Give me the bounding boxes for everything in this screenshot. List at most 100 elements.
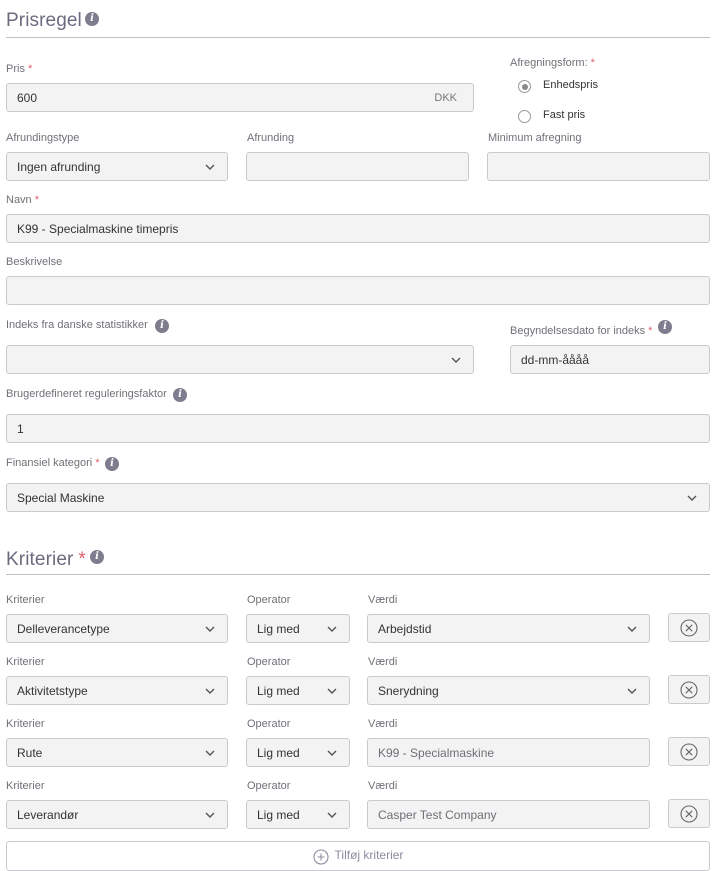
- vaerdi-select[interactable]: Arbejdstid: [367, 614, 650, 643]
- info-icon[interactable]: i: [173, 388, 187, 402]
- kriterie-value: Aktivitetstype: [17, 683, 88, 698]
- kriterie-value: Leverandør: [17, 807, 79, 822]
- pris-unit: DKK: [434, 91, 457, 104]
- kriterie-value: Rute: [17, 745, 43, 760]
- section-divider: [6, 37, 710, 38]
- operator-value: Lig med: [257, 807, 300, 822]
- reguleringsfaktor-value: 1: [17, 421, 24, 436]
- chevron-down-icon: [685, 491, 699, 505]
- reguleringsfaktor-label: Brugerdefineret reguleringsfaktor: [6, 388, 167, 400]
- vaerdi-label: Værdi: [368, 780, 398, 792]
- radio-enhedspris[interactable]: [518, 80, 531, 93]
- vaerdi-label: Værdi: [368, 656, 398, 668]
- vaerdi-value: Arbejdstid: [378, 621, 432, 636]
- chevron-down-icon: [203, 808, 217, 822]
- kriterie-select[interactable]: Delleverancetype: [6, 614, 228, 643]
- begyndelsesdato-value: dd-mm-åååå: [521, 352, 590, 367]
- operator-select[interactable]: Lig med: [246, 738, 350, 767]
- kriterie-label: Kriterier: [6, 594, 45, 606]
- chevron-down-icon: [625, 684, 639, 698]
- operator-label: Operator: [247, 594, 291, 606]
- chevron-down-icon: [203, 160, 217, 174]
- info-icon[interactable]: i: [85, 12, 99, 26]
- add-kriterier-button[interactable]: Tilføj kriterier: [6, 841, 710, 871]
- remove-kriterie-button[interactable]: [668, 613, 710, 642]
- operator-label: Operator: [247, 718, 291, 730]
- radio-fast-pris[interactable]: [518, 110, 531, 123]
- chevron-down-icon: [325, 622, 339, 636]
- afrundingstype-value: Ingen afrunding: [17, 159, 101, 174]
- vaerdi-label: Værdi: [368, 594, 398, 606]
- finansiel-kategori-label: Finansiel kategori *: [6, 457, 100, 469]
- pris-field[interactable]: 600 DKK: [6, 83, 474, 112]
- close-circle-icon: [680, 804, 698, 823]
- vaerdi-input[interactable]: K99 - Specialmaskine: [367, 738, 650, 767]
- info-icon[interactable]: i: [105, 457, 119, 471]
- indeks-label: Indeks fra danske statistikker: [6, 319, 148, 331]
- operator-label: Operator: [247, 780, 291, 792]
- vaerdi-select[interactable]: Snerydning: [367, 676, 650, 705]
- vaerdi-value: Snerydning: [378, 683, 439, 698]
- kriterie-select[interactable]: Leverandør: [6, 800, 228, 829]
- chevron-down-icon: [203, 684, 217, 698]
- afrundingstype-label: Afrundingstype: [6, 132, 80, 144]
- beskrivelse-input[interactable]: [6, 276, 710, 305]
- kriterie-select[interactable]: Rute: [6, 738, 228, 767]
- info-icon[interactable]: i: [658, 320, 672, 334]
- info-icon[interactable]: i: [155, 319, 169, 333]
- vaerdi-label: Værdi: [368, 718, 398, 730]
- chevron-down-icon: [325, 746, 339, 760]
- section-divider: [6, 574, 710, 575]
- afrunding-input[interactable]: [246, 152, 469, 181]
- chevron-down-icon: [325, 808, 339, 822]
- afrunding-label: Afrunding: [247, 132, 295, 144]
- operator-value: Lig med: [257, 621, 300, 636]
- begyndelsesdato-input[interactable]: dd-mm-åååå: [510, 345, 710, 374]
- chevron-down-icon: [449, 353, 463, 367]
- kriterie-value: Delleverancetype: [17, 621, 110, 636]
- kriterier-title: Kriterier *: [6, 549, 86, 570]
- kriterie-label: Kriterier: [6, 718, 45, 730]
- vaerdi-value: K99 - Specialmaskine: [378, 745, 495, 760]
- operator-select[interactable]: Lig med: [246, 676, 350, 705]
- remove-kriterie-button[interactable]: [668, 675, 710, 704]
- chevron-down-icon: [203, 622, 217, 636]
- navn-label: Navn *: [6, 194, 39, 206]
- indeks-select[interactable]: [6, 345, 474, 374]
- info-icon[interactable]: i: [90, 550, 104, 564]
- chevron-down-icon: [625, 622, 639, 636]
- remove-kriterie-button[interactable]: [668, 799, 710, 828]
- reguleringsfaktor-input[interactable]: 1: [6, 414, 710, 443]
- plus-circle-icon: [312, 849, 329, 865]
- kriterie-select[interactable]: Aktivitetstype: [6, 676, 228, 705]
- close-circle-icon: [680, 742, 698, 761]
- operator-select[interactable]: Lig med: [246, 614, 350, 643]
- pris-value: 600: [17, 90, 38, 105]
- pris-label: Pris *: [6, 63, 33, 75]
- operator-label: Operator: [247, 656, 291, 668]
- prisregel-title: Prisregel: [6, 10, 82, 31]
- close-circle-icon: [680, 618, 698, 637]
- kriterie-label: Kriterier: [6, 656, 45, 668]
- radio-enhedspris-label[interactable]: Enhedspris: [543, 79, 598, 91]
- begyndelsesdato-label: Begyndelsesdato for indeks *: [510, 325, 653, 337]
- vaerdi-input[interactable]: Casper Test Company: [367, 800, 650, 829]
- minimum-afregning-label: Minimum afregning: [488, 132, 582, 144]
- close-circle-icon: [680, 680, 698, 699]
- chevron-down-icon: [203, 746, 217, 760]
- navn-input[interactable]: K99 - Specialmaskine timepris: [6, 214, 710, 243]
- kriterie-label: Kriterier: [6, 780, 45, 792]
- vaerdi-value: Casper Test Company: [378, 807, 497, 822]
- operator-value: Lig med: [257, 683, 300, 698]
- remove-kriterie-button[interactable]: [668, 737, 710, 766]
- finansiel-kategori-value: Special Maskine: [17, 490, 105, 505]
- beskrivelse-label: Beskrivelse: [6, 256, 63, 268]
- minimum-afregning-input[interactable]: [487, 152, 710, 181]
- chevron-down-icon: [325, 684, 339, 698]
- afregningsform-label: Afregningsform: *: [510, 57, 595, 69]
- operator-select[interactable]: Lig med: [246, 800, 350, 829]
- radio-fast-pris-label[interactable]: Fast pris: [543, 109, 585, 121]
- afrundingstype-select[interactable]: Ingen afrunding: [6, 152, 228, 181]
- navn-value: K99 - Specialmaskine timepris: [17, 221, 179, 236]
- finansiel-kategori-select[interactable]: Special Maskine: [6, 483, 710, 512]
